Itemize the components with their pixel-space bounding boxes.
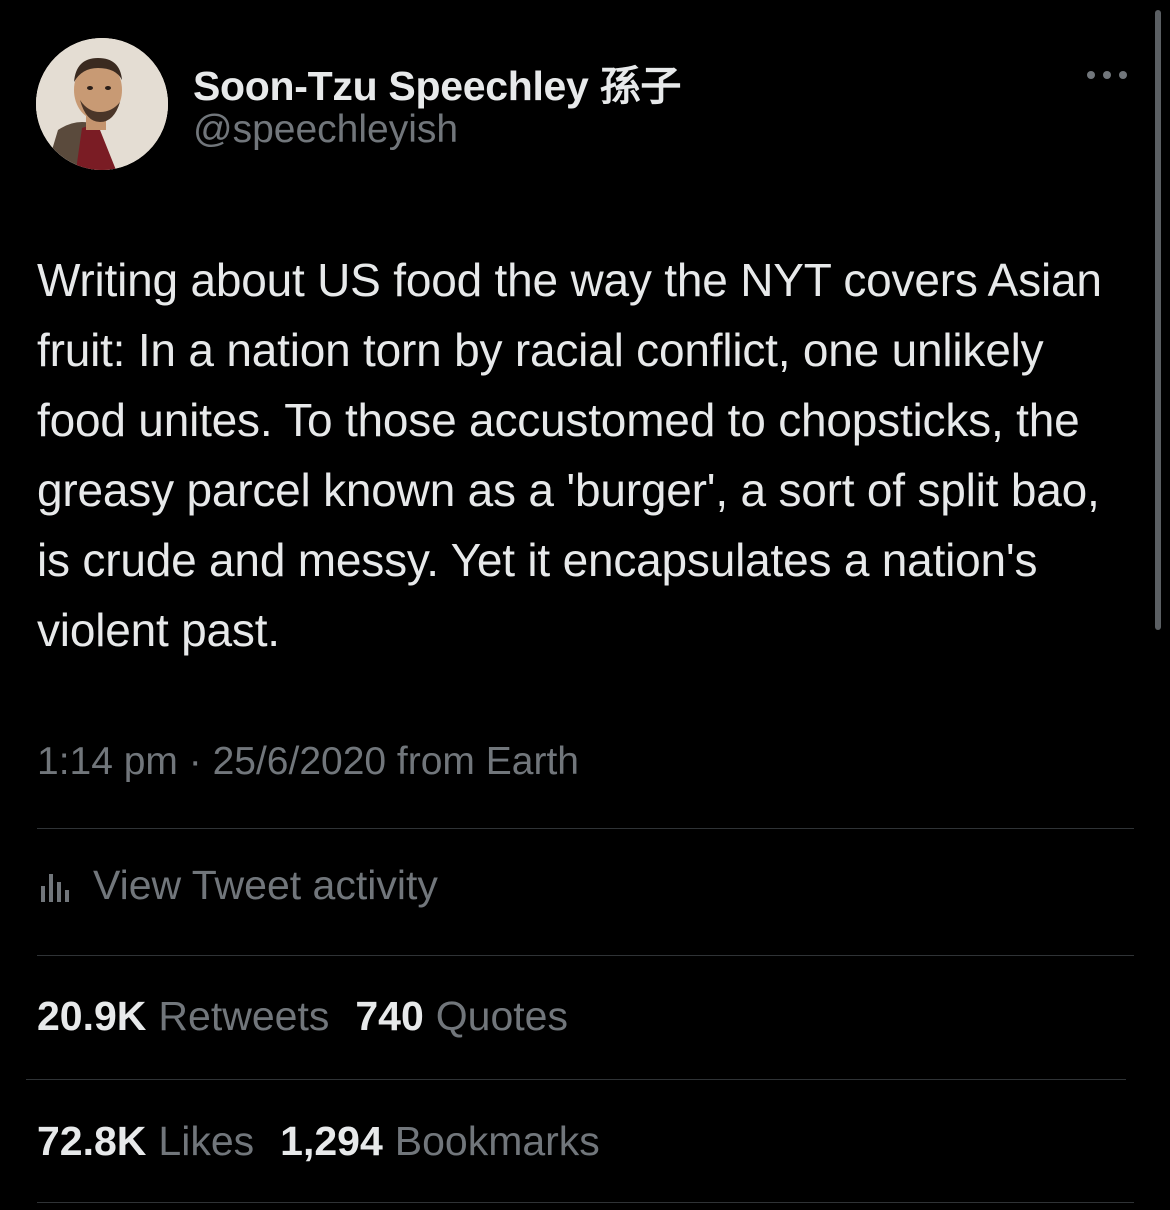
- likes-bookmarks-stats: 72.8K Likes 1,294 Bookmarks: [37, 1118, 626, 1165]
- scrollbar[interactable]: [1155, 10, 1161, 630]
- user-handle[interactable]: @speechleyish: [193, 108, 458, 152]
- divider: [37, 828, 1134, 829]
- divider: [37, 1202, 1134, 1203]
- likes-stat[interactable]: 72.8K Likes: [37, 1118, 254, 1165]
- display-name[interactable]: Soon-Tzu Speechley 孫子: [193, 52, 681, 112]
- retweets-count: 20.9K: [37, 993, 147, 1039]
- divider: [26, 1079, 1126, 1080]
- retweets-stat[interactable]: 20.9K Retweets: [37, 993, 329, 1040]
- more-horizontal-icon: [1087, 71, 1127, 79]
- quotes-count: 740: [355, 993, 424, 1039]
- retweet-quote-stats: 20.9K Retweets 740 Quotes: [37, 993, 594, 1040]
- more-options-button[interactable]: [1082, 60, 1132, 90]
- view-tweet-activity-link[interactable]: View Tweet activity: [37, 862, 438, 909]
- tweet-timestamp[interactable]: 1:14 pm · 25/6/2020 from Earth: [37, 740, 579, 784]
- bookmarks-count: 1,294: [280, 1118, 383, 1164]
- bookmarks-label: Bookmarks: [394, 1118, 600, 1164]
- tweet-text: Writing about US food the way the NYT co…: [37, 254, 1102, 656]
- quotes-label: Quotes: [435, 993, 568, 1039]
- tweet-detail: Soon-Tzu Speechley 孫子 @speechleyish Writ…: [0, 0, 1170, 1210]
- quotes-stat[interactable]: 740 Quotes: [355, 993, 568, 1040]
- avatar[interactable]: [36, 38, 168, 170]
- divider: [37, 955, 1134, 956]
- bar-chart-icon: [41, 873, 69, 902]
- view-tweet-activity-label: View Tweet activity: [93, 862, 438, 908]
- likes-label: Likes: [158, 1118, 255, 1164]
- retweets-label: Retweets: [158, 993, 330, 1039]
- bookmarks-stat[interactable]: 1,294 Bookmarks: [280, 1118, 600, 1165]
- likes-count: 72.8K: [37, 1118, 147, 1164]
- avatar-photo: [36, 38, 168, 170]
